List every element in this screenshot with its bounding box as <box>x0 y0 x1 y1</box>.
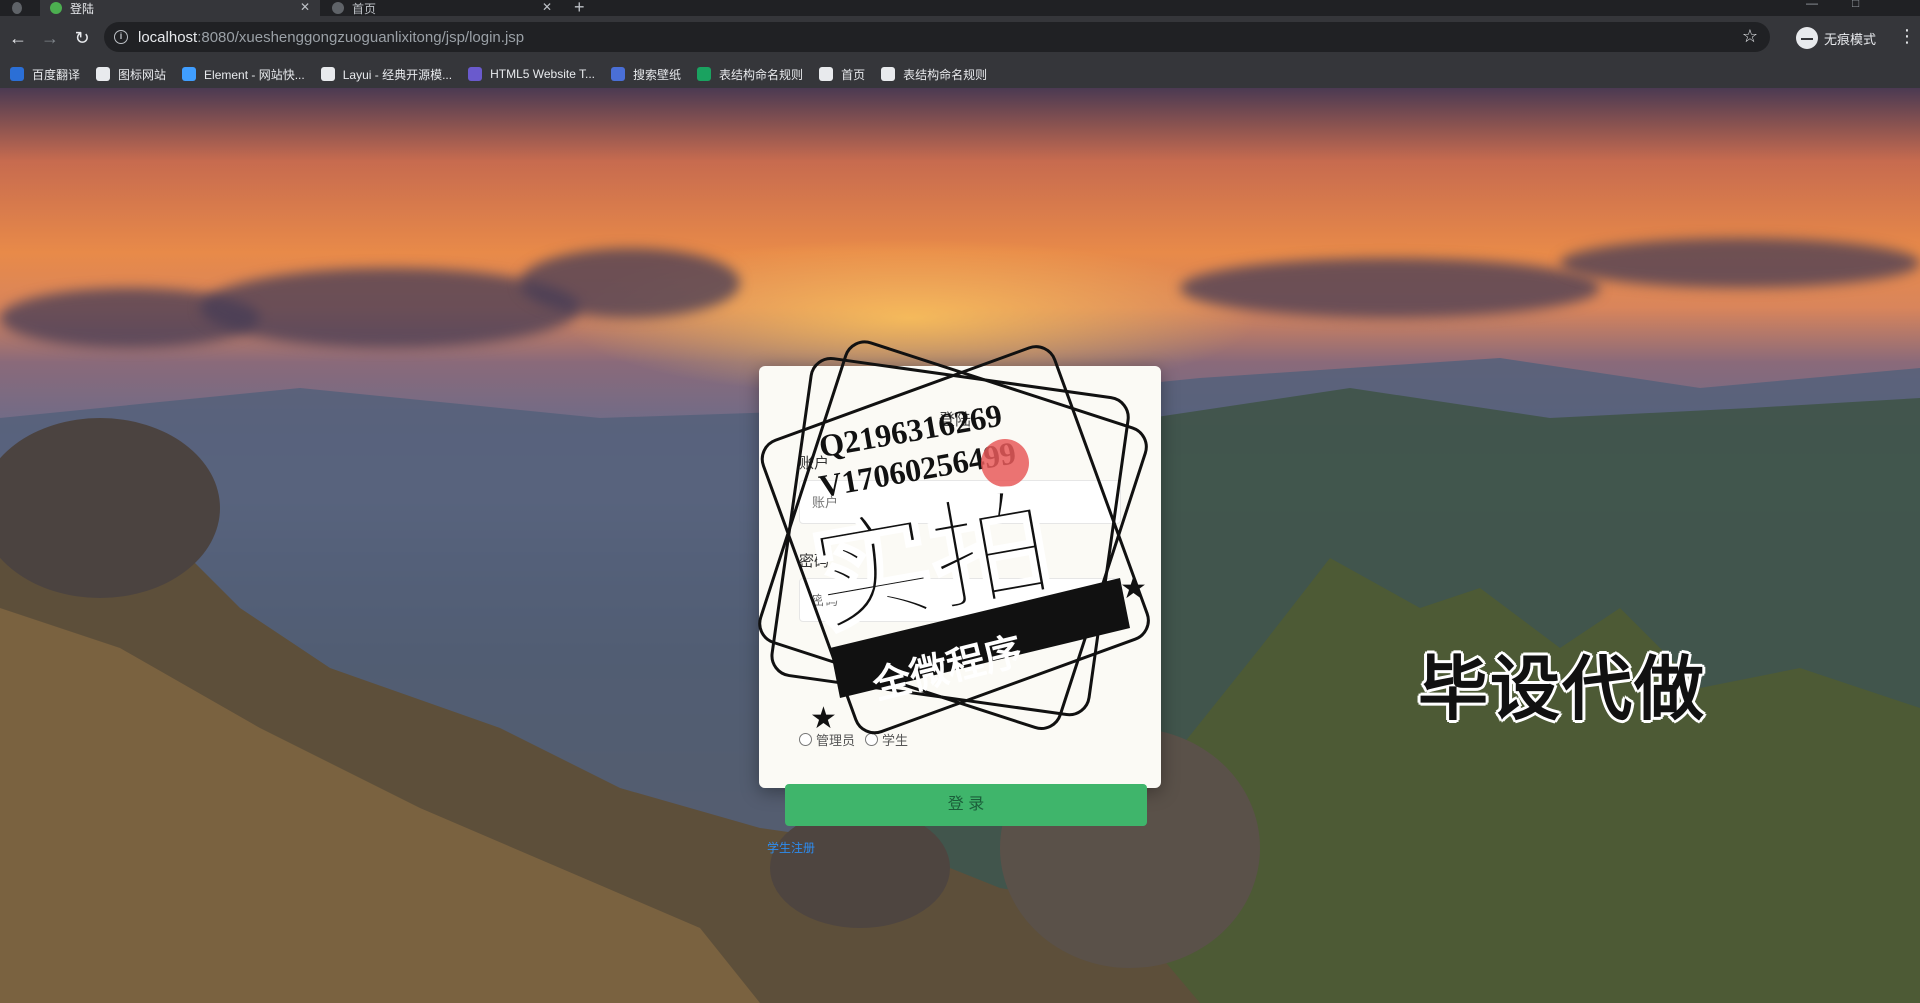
bookmark-favicon-icon <box>697 67 712 81</box>
bookmark-favicon-icon <box>320 67 335 81</box>
bookmark-item[interactable]: HTML5 Website T... <box>468 67 595 81</box>
bookmark-label: Element - 网站快... <box>204 67 305 82</box>
bookmark-favicon-icon <box>881 67 896 81</box>
star-icon: ★ <box>1120 572 1147 605</box>
bookmarks-bar: 百度翻译 图标网站 Element - 网站快... Layui - 经典开源模...… <box>0 60 1920 88</box>
back-button[interactable]: ← <box>6 26 30 50</box>
tab-favicon-icon <box>332 2 344 14</box>
reload-button[interactable]: ↻ <box>70 26 94 50</box>
bookmark-item[interactable]: Layui - 经典开源模... <box>320 66 453 83</box>
forward-button[interactable]: → <box>38 26 62 50</box>
bookmark-label: HTML5 Website T... <box>490 67 596 81</box>
tab-home[interactable]: 首页 ✕ <box>322 0 562 16</box>
bookmark-label: 首页 <box>841 67 866 82</box>
maximize-button[interactable]: □ <box>1852 0 1859 10</box>
bookmark-item[interactable]: 表结构命名规则 <box>881 66 987 83</box>
bookmark-favicon-icon <box>10 67 24 81</box>
bookmark-favicon-icon <box>611 67 626 81</box>
bookmark-item[interactable]: 百度翻译 <box>10 66 80 83</box>
bookmark-label: 图标网站 <box>118 67 167 82</box>
minimize-button[interactable]: — <box>1806 0 1818 10</box>
tab-close-icon[interactable]: ✕ <box>300 0 310 14</box>
bookmark-favicon-icon <box>468 67 483 81</box>
bookmark-item[interactable]: Element - 网站快... <box>182 66 305 83</box>
browser-toolbar: ← → ↻ i localhost:8080/xueshenggongzuogu… <box>0 16 1920 60</box>
bookmark-label: Layui - 经典开源模... <box>342 67 453 82</box>
bookmark-item[interactable]: 图标网站 <box>96 66 166 83</box>
bookmark-item[interactable]: 表结构命名规则 <box>697 66 803 83</box>
bookmark-item[interactable]: 首页 <box>819 66 865 83</box>
bookmark-item[interactable]: 搜索壁纸 <box>611 66 681 83</box>
bookmark-label: 搜索壁纸 <box>633 67 682 82</box>
tab-favicon-icon <box>50 2 62 14</box>
bookmark-favicon-icon <box>819 67 834 81</box>
tab-title: 登陆 <box>70 1 95 16</box>
incognito-icon <box>1796 27 1818 49</box>
bookmark-favicon-icon <box>96 67 111 81</box>
incognito-label: 无痕模式 <box>1824 31 1877 47</box>
watermark-stamp: Q2196316269 V17060256499 实拍 全微程序 ★ ★ <box>758 340 1150 735</box>
browser-menu-icon[interactable]: ⋮ <box>1898 26 1916 47</box>
bookmark-label: 表结构命名规则 <box>719 67 804 82</box>
watermark-bottom-text: 毕设代做 <box>1418 650 1706 728</box>
url-text[interactable]: localhost:8080/xueshenggongzuoguanlixito… <box>138 29 524 46</box>
page-background: 登陆 账户 密码 管理员 学生 登 录 学生注册 Q2196316269 V17… <box>0 88 1920 1003</box>
site-info-icon[interactable]: i <box>114 30 128 44</box>
address-bar[interactable]: i localhost:8080/xueshenggongzuoguanlixi… <box>104 22 1770 52</box>
tab-strip: 登陆 ✕ 首页 ✕ + — □ <box>0 0 1920 17</box>
incognito-indicator[interactable]: 无痕模式 <box>1796 27 1876 49</box>
bookmark-label: 百度翻译 <box>32 67 81 82</box>
tab-login[interactable]: 登陆 ✕ <box>40 0 320 16</box>
tab-close-icon[interactable]: ✕ <box>542 0 552 14</box>
bookmark-favicon-icon <box>182 67 197 81</box>
bookmark-label: 表结构命名规则 <box>903 67 988 82</box>
student-register-link[interactable]: 学生注册 <box>767 839 815 856</box>
tab-title: 首页 <box>352 1 377 16</box>
star-icon: ★ <box>810 702 837 735</box>
login-button[interactable]: 登 录 <box>785 784 1147 826</box>
chrome-icon <box>10 0 30 16</box>
bookmark-star-icon[interactable]: ☆ <box>1742 26 1758 47</box>
